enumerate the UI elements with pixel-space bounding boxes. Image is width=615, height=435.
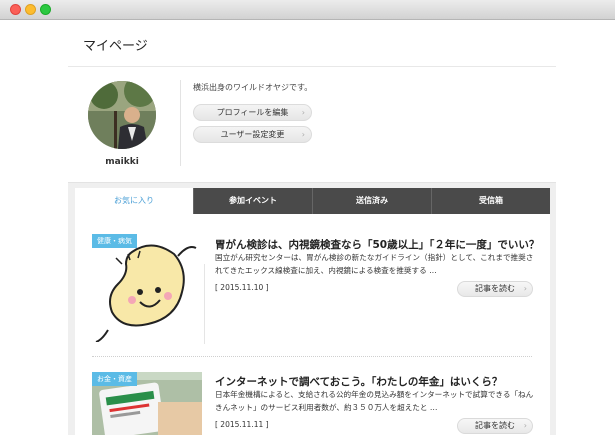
close-window-button[interactable]	[10, 4, 21, 15]
article-excerpt: 国立がん研究センターは、胃がん検診の新たなガイドライン（指針）として、これまで推…	[215, 253, 534, 275]
tab-inbox[interactable]: 受信箱	[431, 188, 550, 214]
chevron-right-icon: ›	[523, 284, 527, 293]
article-excerpt: 日本年金機構によると、支給される公的年金の見込み額をインターネットで試算できる「…	[215, 390, 534, 412]
chevron-right-icon: ›	[301, 130, 305, 139]
page-title: マイページ	[83, 39, 148, 54]
divider	[68, 66, 556, 67]
category-badge: お金・資産	[92, 372, 137, 386]
edit-profile-button[interactable]: プロフィールを編集 ›	[193, 104, 312, 121]
article-separator	[92, 356, 532, 357]
profile-divider	[180, 80, 181, 166]
category-badge: 健康・病気	[92, 234, 137, 248]
tab-events[interactable]: 参加イベント	[193, 188, 312, 214]
username: maikki	[105, 157, 139, 167]
tab-sent[interactable]: 送信済み	[312, 188, 431, 214]
avatar-photo	[88, 81, 156, 149]
chevron-right-icon: ›	[301, 108, 305, 117]
window-titlebar	[0, 0, 615, 20]
article-date: [ 2015.11.11 ]	[215, 420, 269, 429]
read-article-button[interactable]: 記事を読む ›	[457, 281, 533, 297]
stomach-illustration	[95, 244, 197, 342]
article-date: [ 2015.11.10 ]	[215, 283, 269, 292]
user-settings-button[interactable]: ユーザー設定変更 ›	[193, 126, 312, 143]
thumbnail-divider	[204, 264, 205, 344]
chevron-right-icon: ›	[523, 421, 527, 430]
article-thumbnail[interactable]: お金・資産	[92, 372, 202, 435]
minimize-window-button[interactable]	[25, 4, 36, 15]
user-settings-label: ユーザー設定変更	[220, 130, 285, 139]
read-article-label: 記事を読む	[475, 284, 515, 293]
tab-bar: お気に入り 参加イベント 送信済み 受信箱	[75, 188, 550, 214]
edit-profile-label: プロフィールを編集	[216, 108, 289, 117]
tab-favorites[interactable]: お気に入り	[75, 188, 193, 214]
zoom-window-button[interactable]	[40, 4, 51, 15]
article-title[interactable]: インターネットで調べておこう。「わたしの年金」はいくら？	[215, 374, 502, 389]
article-title[interactable]: 胃がん検診は、内視鏡検査なら「50歳以上」「２年に一度」でいい？	[215, 237, 539, 252]
read-article-label: 記事を読む	[475, 421, 515, 430]
read-article-button[interactable]: 記事を読む ›	[457, 418, 533, 434]
article-thumbnail[interactable]: 健康・病気	[92, 234, 202, 342]
profile-bio: 横浜出身のワイルドオヤジです。	[193, 83, 313, 92]
avatar[interactable]	[88, 81, 156, 149]
